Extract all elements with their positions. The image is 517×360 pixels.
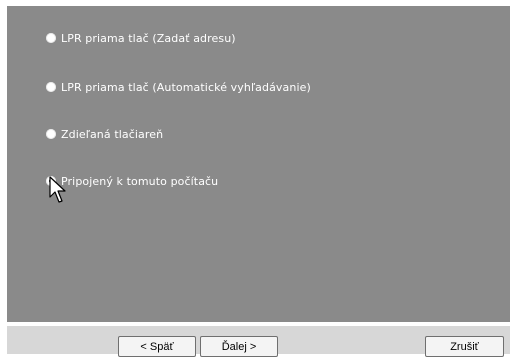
options-panel xyxy=(7,6,510,322)
back-button[interactable]: < Späť xyxy=(118,336,196,357)
cancel-button[interactable]: Zrušiť xyxy=(425,336,504,357)
next-button[interactable]: Ďalej > xyxy=(200,336,278,357)
wizard-window: LPR priama tlač (Zadať adresu) LPR priam… xyxy=(0,0,517,360)
radio-button[interactable] xyxy=(46,33,56,43)
option-label: LPR priama tlač (Zadať adresu) xyxy=(61,31,236,45)
radio-button-selected[interactable] xyxy=(46,176,56,186)
option-label: Pripojený k tomuto počítaču xyxy=(61,174,219,188)
option-connected-to-computer[interactable]: Pripojený k tomuto počítaču xyxy=(46,173,218,189)
option-lpr-direct-address[interactable]: LPR priama tlač (Zadať adresu) xyxy=(46,30,236,46)
radio-button[interactable] xyxy=(46,129,56,139)
option-shared-printer[interactable]: Zdieľaná tlačiareň xyxy=(46,126,163,142)
option-label: Zdieľaná tlačiareň xyxy=(61,127,164,141)
option-lpr-direct-auto[interactable]: LPR priama tlač (Automatické vyhľadávani… xyxy=(46,79,311,95)
radio-button[interactable] xyxy=(46,82,56,92)
option-label: LPR priama tlač (Automatické vyhľadávani… xyxy=(61,80,311,94)
